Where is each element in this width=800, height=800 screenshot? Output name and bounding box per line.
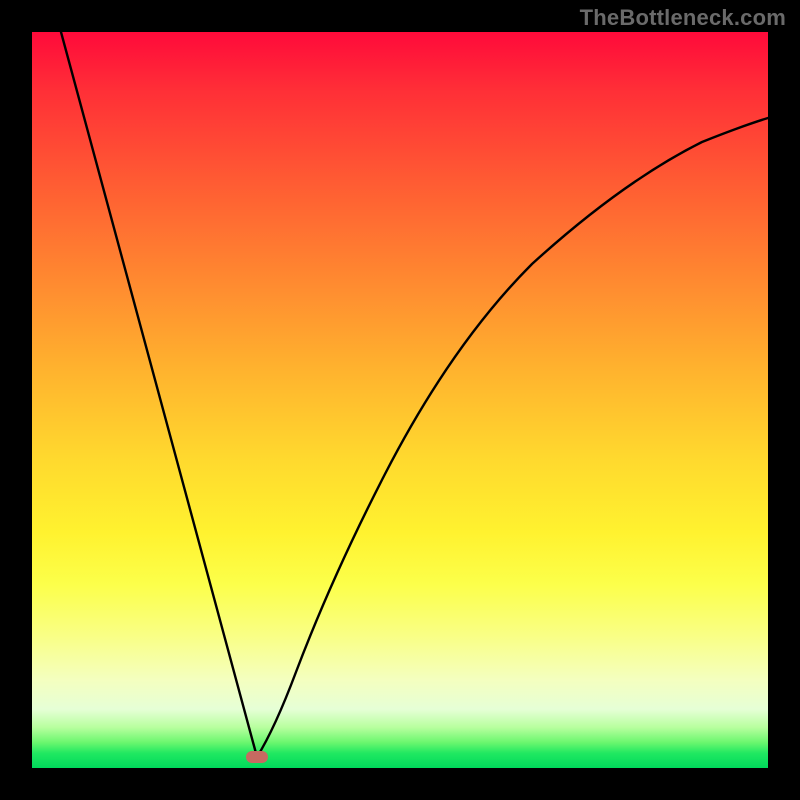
watermark-text: TheBottleneck.com (580, 5, 786, 31)
curve-layer (32, 32, 768, 768)
chart-frame: TheBottleneck.com (0, 0, 800, 800)
min-point-marker (246, 751, 268, 763)
plot-area (32, 32, 768, 768)
bottleneck-curve (61, 32, 768, 757)
